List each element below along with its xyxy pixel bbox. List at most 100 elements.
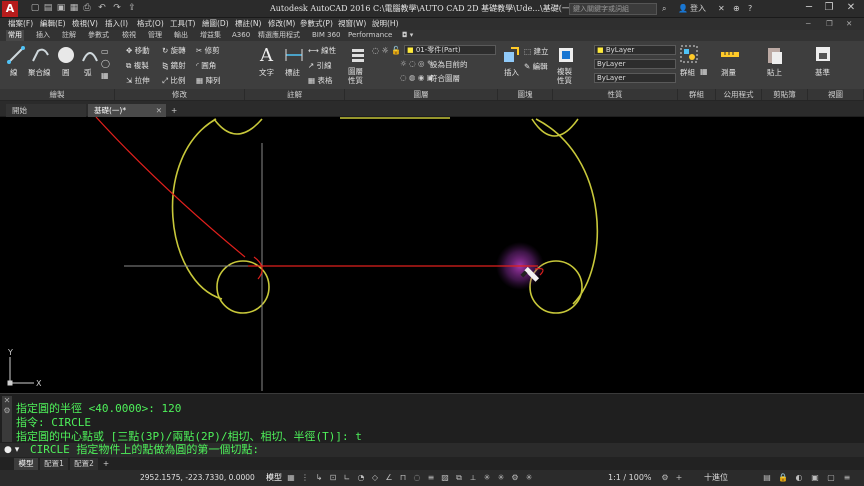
utilities-panel-footer[interactable]: 公用程式 <box>716 89 762 100</box>
groups-panel-footer[interactable]: 群組 <box>678 89 716 100</box>
new-tab-button[interactable]: + <box>168 104 182 117</box>
redo-icon[interactable]: ↷ <box>112 3 122 14</box>
menu-modify[interactable]: 修改(M) <box>268 18 295 30</box>
match-layer-button[interactable]: 符合圖層 <box>430 73 460 84</box>
tab-parametric[interactable]: 參數式 <box>86 30 111 41</box>
top-left-fillet-arc[interactable] <box>213 118 263 135</box>
menu-tools[interactable]: 工具(T) <box>170 18 195 30</box>
selection-cycling-icon[interactable]: ⧉ <box>454 473 464 483</box>
grid-icon[interactable]: ▦ <box>286 473 296 483</box>
menu-format[interactable]: 格式(O) <box>137 18 164 30</box>
tab-featured-apps[interactable]: 精選應用程式 <box>256 30 302 41</box>
save-icon[interactable]: ▣ <box>56 3 66 14</box>
layer-dropdown[interactable]: ■ 01-零件(Part) <box>404 45 496 55</box>
osnap-icon[interactable]: ⊓ <box>398 473 408 483</box>
lineweight-dropdown[interactable]: ByLayer <box>594 59 676 69</box>
top-right-fillet-arc[interactable] <box>531 118 579 137</box>
tab-start[interactable]: 開始 <box>6 104 86 117</box>
drawing-svg[interactable]: Y X <box>0 116 864 393</box>
tab-bim360[interactable]: BIM 360 <box>310 30 343 41</box>
match-properties-button[interactable] <box>557 46 575 66</box>
layer-tool-icons[interactable]: ☼ ◌ ◎ ✎ <box>400 59 433 68</box>
base-view-button[interactable] <box>814 45 832 65</box>
tab-view[interactable]: 檢視 <box>120 30 138 41</box>
draw-panel-footer[interactable]: 繪製 <box>0 89 115 100</box>
modify-panel-footer[interactable]: 修改 <box>115 89 245 100</box>
model-space-button[interactable]: 模型 <box>266 473 282 483</box>
plus-icon[interactable]: + <box>674 473 684 483</box>
linear-button[interactable]: ⟷ 線性 <box>308 45 336 56</box>
create-block-button[interactable]: ⬚ 建立 <box>524 46 548 57</box>
layers-panel-footer[interactable]: 圖層 <box>345 89 498 100</box>
insert-block-button[interactable] <box>502 46 520 66</box>
tab-annotate[interactable]: 註解 <box>60 30 78 41</box>
fillet-button[interactable]: ◜ 圓角 <box>196 60 216 71</box>
clean-screen-icon[interactable]: ▢ <box>826 473 836 483</box>
table-button[interactable]: ▦ 表格 <box>308 75 332 86</box>
new-icon[interactable]: ▢ <box>30 3 40 14</box>
linetype-dropdown[interactable]: ByLayer <box>594 73 676 83</box>
stretch-button[interactable]: ⇲ 拉伸 <box>126 75 150 86</box>
close-tab-icon[interactable]: ✕ <box>156 104 162 117</box>
close-button[interactable]: ✕ <box>842 0 860 16</box>
lock-ui-icon[interactable]: 🔒 <box>778 473 788 483</box>
group-button[interactable] <box>680 45 698 65</box>
maximize-button[interactable]: ❐ <box>820 0 838 16</box>
view-panel-footer[interactable]: 視圖 <box>808 89 864 100</box>
snap-icon[interactable]: ⋮ <box>300 473 310 483</box>
ortho-icon[interactable]: ∟ <box>342 473 352 483</box>
leader-button[interactable]: ↗ 引線 <box>308 60 332 71</box>
coordinate-readout[interactable]: 2952.1575, -223.7330, 0.0000 <box>140 470 255 486</box>
annotation-scale-icon[interactable]: ✳ <box>482 473 492 483</box>
tab-layout1[interactable]: 配置1 <box>40 458 68 470</box>
ucs-dynamic-icon[interactable]: ⟂ <box>468 473 478 483</box>
trim-button[interactable]: ✂ 修剪 <box>196 45 220 56</box>
layer-tool-icons-2[interactable]: ◌ ◍ ◉ ▣ <box>400 73 434 82</box>
infer-icon[interactable]: ↳ <box>314 473 324 483</box>
add-layout-button[interactable]: + <box>100 458 112 470</box>
rotate-button[interactable]: ↻ 旋轉 <box>162 45 186 56</box>
copy-button[interactable]: ⧉ 複製 <box>126 60 149 71</box>
menu-view[interactable]: 檢視(V) <box>72 18 98 30</box>
menu-close-icon[interactable]: ✕ <box>846 18 852 30</box>
user-icon[interactable]: 👤 <box>678 3 688 15</box>
tab-output[interactable]: 輸出 <box>172 30 190 41</box>
circle-button[interactable] <box>56 45 76 67</box>
3d-osnap-icon[interactable]: ◌ <box>412 473 422 483</box>
auto-scale-icon[interactable]: ✳ <box>524 473 534 483</box>
block-panel-footer[interactable]: 圖塊 <box>498 89 553 100</box>
open-icon[interactable]: ▤ <box>43 3 53 14</box>
units-dropdown[interactable]: 十進位 <box>704 473 728 483</box>
signin-link[interactable]: 登入 <box>690 3 706 15</box>
menu-restore-icon[interactable]: ❐ <box>826 18 833 30</box>
menu-parametric[interactable]: 參數式(P) <box>300 18 333 30</box>
tab-insert[interactable]: 插入 <box>34 30 52 41</box>
tab-performance[interactable]: Performance <box>346 30 394 41</box>
annotation-visibility-icon[interactable]: ✳ <box>496 473 506 483</box>
large-left-arc[interactable] <box>171 118 223 300</box>
menu-insert[interactable]: 插入(I) <box>105 18 128 30</box>
clipboard-panel-footer[interactable]: 剪貼簿 <box>762 89 808 100</box>
tab-layout2[interactable]: 配置2 <box>70 458 98 470</box>
menu-draw[interactable]: 繪圖(D) <box>202 18 229 30</box>
quick-properties-icon[interactable]: ▤ <box>762 473 772 483</box>
command-icon[interactable]: ● ▾ <box>4 444 19 456</box>
workspace-icon[interactable]: ⚙ <box>510 473 520 483</box>
large-right-arc[interactable] <box>535 118 599 305</box>
scale-dropdown[interactable]: 1:1 / 100% <box>608 473 652 483</box>
line-button[interactable] <box>6 45 26 67</box>
annotation-panel-footer[interactable]: 註解 <box>245 89 345 100</box>
measure-button[interactable] <box>720 45 740 65</box>
dynamic-input-icon[interactable]: ⊡ <box>328 473 338 483</box>
tab-manage[interactable]: 管理 <box>146 30 164 41</box>
tab-a360[interactable]: A360 <box>230 30 252 41</box>
menu-dimension[interactable]: 標註(N) <box>235 18 261 30</box>
tab-addins[interactable]: 增益集 <box>198 30 223 41</box>
arc-button[interactable] <box>80 45 100 67</box>
tab-document[interactable]: 基礎(一)* ✕ <box>88 104 166 117</box>
left-small-circle[interactable] <box>216 260 270 314</box>
make-current-button[interactable]: 設為目前的 <box>430 59 468 70</box>
a360-icon[interactable]: ⊕ <box>733 3 740 15</box>
lineweight-icon[interactable]: ≡ <box>426 473 436 483</box>
print-icon[interactable]: ⎙ <box>82 3 92 14</box>
